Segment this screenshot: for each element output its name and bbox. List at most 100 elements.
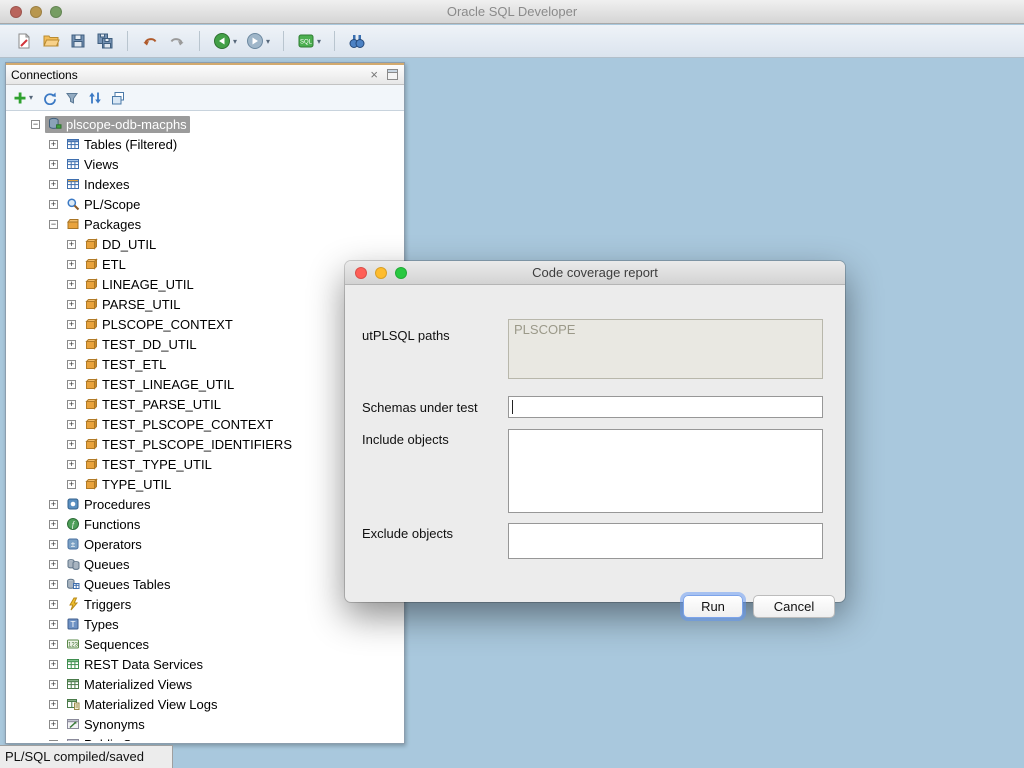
expand-icon[interactable]: +	[67, 340, 76, 349]
tree-item-public-synonyms[interactable]: + Public Synonyms	[6, 734, 404, 741]
tree-item-tables-filtered[interactable]: +Tables (Filtered)	[6, 134, 404, 154]
expand-icon[interactable]: +	[49, 160, 58, 169]
filter-icon[interactable]	[65, 91, 79, 105]
expand-icon[interactable]: +	[67, 240, 76, 249]
tree-item-content[interactable]: DD_UTIL	[81, 236, 159, 253]
tree-item-content[interactable]: TEST_DD_UTIL	[81, 336, 200, 353]
expand-icon[interactable]: +	[49, 560, 58, 569]
exclude-objects-textarea[interactable]	[508, 523, 823, 559]
tree-item-content[interactable]: REST Data Services	[63, 656, 206, 673]
expand-icon[interactable]: +	[67, 260, 76, 269]
collapse-icon[interactable]: −	[31, 120, 40, 129]
dialog-minimize-button[interactable]	[375, 267, 387, 279]
dialog-zoom-button[interactable]	[395, 267, 407, 279]
expand-icon[interactable]: +	[49, 540, 58, 549]
undo-icon[interactable]	[138, 28, 162, 54]
tree-item-content[interactable]: Materialized Views	[63, 676, 195, 693]
tree-item-content[interactable]: Indexes	[63, 176, 133, 193]
dialog-close-button[interactable]	[355, 267, 367, 279]
tree-item-content[interactable]: ETL	[81, 256, 129, 273]
tree-item-content[interactable]: TEST_TYPE_UTIL	[81, 456, 215, 473]
tree-item-packages[interactable]: −Packages	[6, 214, 404, 234]
tree-item-materialized-views[interactable]: + Materialized Views	[6, 674, 404, 694]
expand-icon[interactable]: +	[49, 600, 58, 609]
expand-icon[interactable]: +	[49, 580, 58, 589]
tree-item-content[interactable]: Queues Tables	[63, 576, 174, 593]
tree-item-content[interactable]: TEST_ETL	[81, 356, 169, 373]
run-button[interactable]: Run	[683, 595, 743, 618]
dropdown-caret-icon[interactable]: ▾	[29, 93, 33, 102]
expand-icon[interactable]: +	[67, 300, 76, 309]
expand-icon[interactable]: +	[67, 480, 76, 489]
tree-item-content[interactable]: Materialized View Logs	[63, 696, 220, 713]
tree-item-indexes[interactable]: +Indexes	[6, 174, 404, 194]
tree-item-content[interactable]: Triggers	[63, 596, 134, 613]
tree-item-content[interactable]: TEST_LINEAGE_UTIL	[81, 376, 237, 393]
expand-icon[interactable]: +	[67, 320, 76, 329]
dropdown-caret-icon[interactable]: ▾	[317, 37, 321, 46]
tree-item-content[interactable]: PLSCOPE_CONTEXT	[81, 316, 236, 333]
expand-icon[interactable]: +	[67, 360, 76, 369]
expand-icon[interactable]: +	[49, 720, 58, 729]
expand-icon[interactable]: +	[67, 440, 76, 449]
expand-icon[interactable]: +	[67, 420, 76, 429]
expand-icon[interactable]: +	[67, 460, 76, 469]
new-icon[interactable]	[12, 28, 36, 54]
tree-item-content[interactable]: TEST_PLSCOPE_CONTEXT	[81, 416, 276, 433]
tree-item-content[interactable]: TEST_PARSE_UTIL	[81, 396, 224, 413]
expand-icon[interactable]: +	[49, 200, 58, 209]
tree-item-content[interactable]: PARSE_UTIL	[81, 296, 184, 313]
tree-item-content[interactable]: TEST_PLSCOPE_IDENTIFIERS	[81, 436, 295, 453]
connections-panel-header[interactable]: Connections ×	[6, 63, 404, 85]
expand-icon[interactable]: +	[49, 740, 58, 742]
expand-icon[interactable]: +	[67, 380, 76, 389]
tree-item-types[interactable]: + TTypes	[6, 614, 404, 634]
tree-item-content[interactable]: Packages	[63, 216, 144, 233]
tree-item-content[interactable]: Public Synonyms	[63, 736, 187, 742]
redo-icon[interactable]	[165, 28, 189, 54]
expand-icon[interactable]: +	[49, 140, 58, 149]
expand-icon[interactable]: +	[49, 680, 58, 689]
window-titlebar[interactable]: Oracle SQL Developer	[0, 0, 1024, 24]
forward-icon[interactable]: ▾	[243, 28, 273, 54]
panel-restore-icon[interactable]	[386, 68, 399, 81]
expand-icon[interactable]: +	[49, 620, 58, 629]
utplsql-paths-textarea[interactable]: PLSCOPE	[508, 319, 823, 379]
window-zoom-button[interactable]	[50, 6, 62, 18]
tree-item-pl-scope[interactable]: + PL/Scope	[6, 194, 404, 214]
expand-icon[interactable]: +	[67, 400, 76, 409]
tree-item-synonyms[interactable]: +Synonyms	[6, 714, 404, 734]
tree-item-content[interactable]: PL/Scope	[63, 196, 143, 213]
tree-item-content[interactable]: Queues	[63, 556, 133, 573]
tree-item-plscope-odb-macphs[interactable]: −plscope-odb-macphs	[6, 114, 404, 134]
refresh-icon[interactable]	[42, 91, 56, 105]
open-icon[interactable]	[39, 28, 63, 54]
expand-icon[interactable]: +	[49, 520, 58, 529]
expand-icon[interactable]: +	[67, 280, 76, 289]
cascade-icon[interactable]	[111, 91, 125, 105]
find-icon[interactable]	[345, 28, 369, 54]
back-icon[interactable]: ▾	[210, 28, 240, 54]
schemas-under-test-input[interactable]	[508, 396, 823, 418]
tree-item-content[interactable]: LINEAGE_UTIL	[81, 276, 197, 293]
window-close-button[interactable]	[10, 6, 22, 18]
tree-item-content[interactable]: 123Sequences	[63, 636, 152, 653]
expand-icon[interactable]: +	[49, 700, 58, 709]
tree-item-content[interactable]: TYPE_UTIL	[81, 476, 174, 493]
tree-item-views[interactable]: +Views	[6, 154, 404, 174]
tree-item-content[interactable]: TTypes	[63, 616, 122, 633]
dialog-titlebar[interactable]: Code coverage report	[345, 261, 845, 285]
tree-item-content[interactable]: plscope-odb-macphs	[45, 116, 190, 133]
dropdown-caret-icon[interactable]: ▾	[266, 37, 270, 46]
save-all-icon[interactable]	[93, 28, 117, 54]
cancel-button[interactable]: Cancel	[753, 595, 835, 618]
tree-item-sequences[interactable]: +123Sequences	[6, 634, 404, 654]
expand-icon[interactable]: +	[49, 500, 58, 509]
tree-item-content[interactable]: Procedures	[63, 496, 153, 513]
collapse-icon[interactable]: −	[49, 220, 58, 229]
include-objects-textarea[interactable]	[508, 429, 823, 513]
tree-item-rest-data-services[interactable]: +REST Data Services	[6, 654, 404, 674]
tree-item-materialized-view-logs[interactable]: + Materialized View Logs	[6, 694, 404, 714]
expand-icon[interactable]: +	[49, 640, 58, 649]
save-icon[interactable]	[66, 28, 90, 54]
